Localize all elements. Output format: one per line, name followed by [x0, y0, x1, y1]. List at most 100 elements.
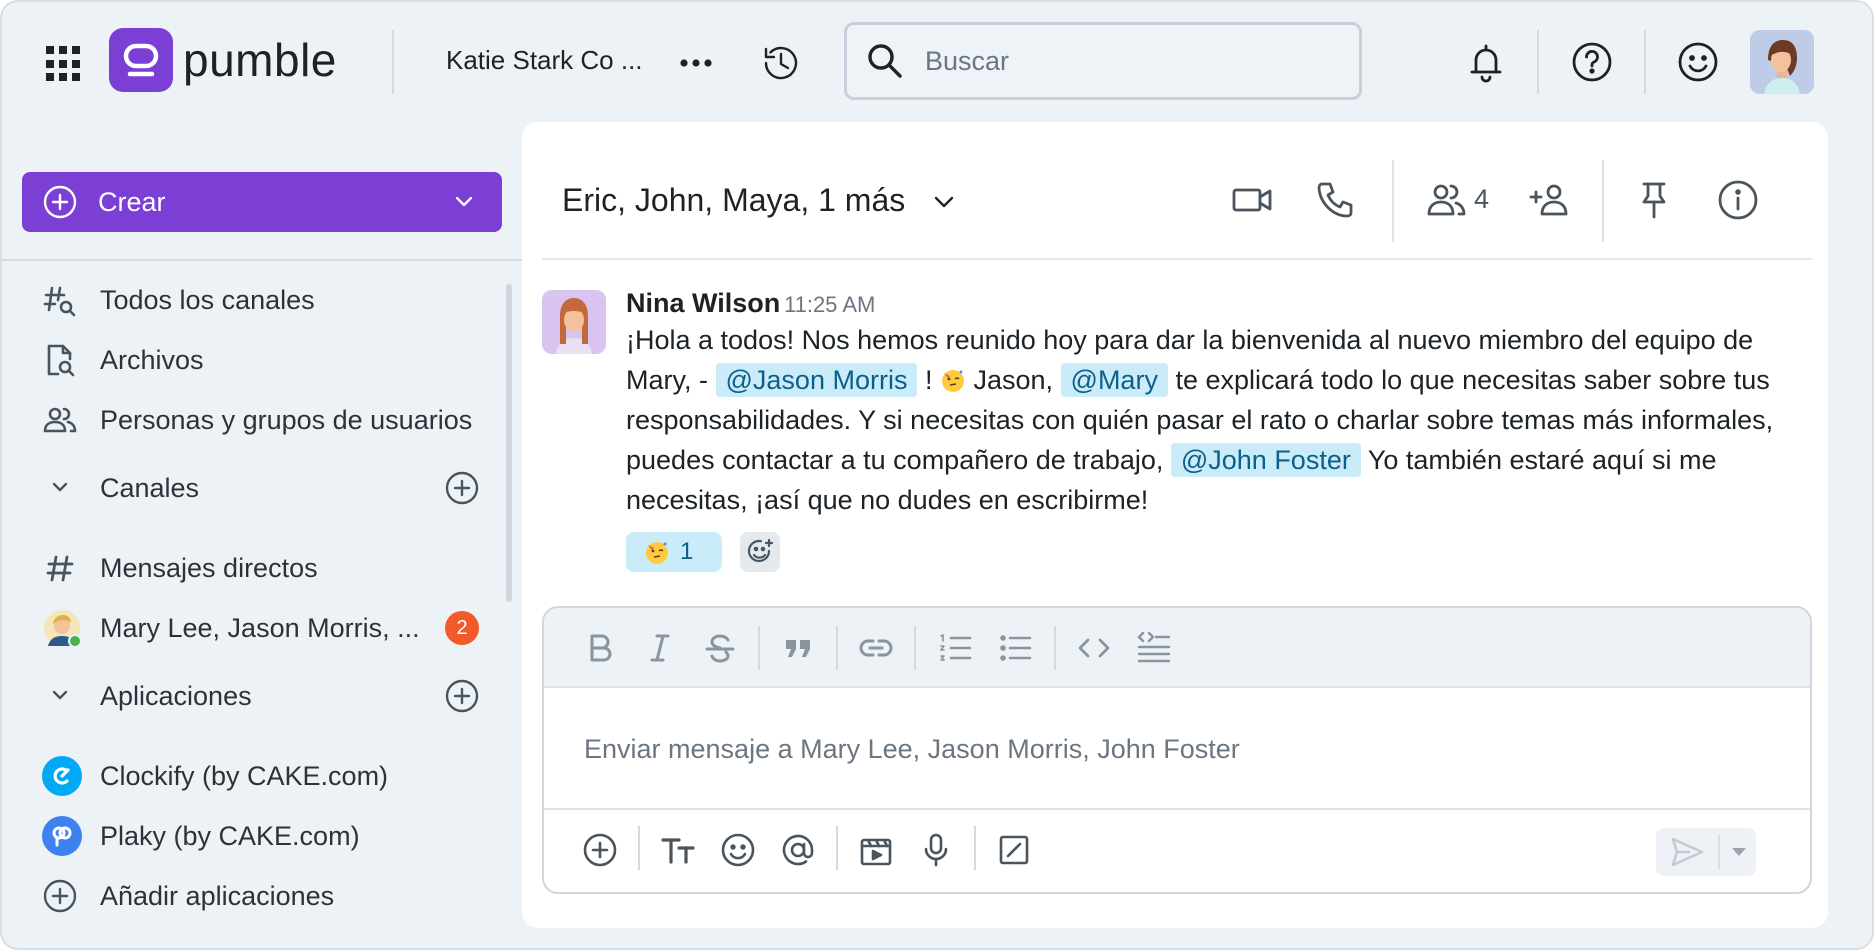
more-options-icon[interactable]	[678, 48, 714, 78]
chevron-down-icon	[52, 482, 68, 492]
party-face-emoji-icon	[644, 539, 670, 565]
create-button[interactable]: Crear	[22, 172, 502, 232]
direct-messages-label: Mensajes directos	[100, 552, 318, 583]
composer-divider	[544, 808, 1810, 810]
divider	[1644, 30, 1646, 94]
sidebar-item-dm[interactable]: Mary Lee, Jason Morris, ...	[42, 606, 420, 650]
divider	[836, 826, 838, 870]
sidebar-item-files[interactable]: Archivos	[42, 338, 204, 382]
sidebar-item-label: Personas y grupos de usuarios	[100, 404, 473, 435]
reaction-pill[interactable]: 1	[626, 532, 722, 572]
video-call-icon[interactable]	[1230, 178, 1274, 222]
bulleted-list-icon[interactable]	[996, 628, 1036, 668]
sidebar-item-people[interactable]: Personas y grupos de usuarios	[42, 398, 472, 442]
plus-circle-icon	[43, 879, 77, 913]
italic-icon[interactable]	[640, 628, 680, 668]
mention-john[interactable]: @John Foster	[1170, 443, 1361, 477]
emoji-icon[interactable]	[718, 830, 758, 870]
author-avatar[interactable]	[542, 290, 606, 354]
slash-command-icon[interactable]	[994, 830, 1034, 870]
quote-icon[interactable]	[778, 628, 818, 668]
workspace-name[interactable]: Katie Stark Co ...	[446, 45, 643, 76]
status-smiley-icon[interactable]	[1676, 40, 1720, 84]
add-channel-icon[interactable]	[444, 470, 480, 506]
search-input[interactable]	[925, 45, 1325, 77]
add-reaction-icon[interactable]	[740, 532, 780, 572]
hash-icon	[46, 555, 74, 582]
app-label: Plaky (by CAKE.com)	[100, 820, 360, 851]
send-options-icon[interactable]	[1732, 848, 1746, 856]
apps-label: Aplicaciones	[100, 680, 252, 711]
sidebar-item-plaky[interactable]: Plaky (by CAKE.com)	[42, 814, 360, 858]
header-divider	[542, 258, 1812, 260]
message-author[interactable]: Nina Wilson	[626, 288, 780, 319]
code-block-icon[interactable]	[1134, 628, 1174, 668]
add-member-icon[interactable]	[1528, 178, 1572, 222]
mention-jason[interactable]: @Jason Morris	[715, 363, 918, 397]
people-icon	[43, 407, 77, 433]
pin-icon[interactable]	[1632, 178, 1676, 222]
chat-title[interactable]: Eric, John, Maya, 1 más	[562, 182, 905, 219]
send-icon	[1671, 837, 1704, 867]
chevron-down-icon[interactable]	[928, 186, 960, 218]
clockify-icon	[42, 756, 82, 796]
add-apps-label: Añadir aplicaciones	[100, 880, 335, 911]
sidebar-item-add-apps[interactable]: Añadir aplicaciones	[42, 874, 334, 918]
search-icon	[865, 41, 905, 81]
link-icon[interactable]	[856, 628, 896, 668]
text-format-icon[interactable]	[658, 830, 698, 870]
message-input[interactable]: Enviar mensaje a Mary Lee, Jason Morris,…	[584, 734, 1240, 765]
logo-text: pumble	[183, 34, 337, 86]
phone-icon[interactable]	[1314, 178, 1358, 222]
info-icon[interactable]	[1716, 178, 1760, 222]
numbered-list-icon[interactable]	[936, 628, 976, 668]
sidebar-item-clockify[interactable]: Clockify (by CAKE.com)	[42, 754, 388, 798]
apps-section-toggle[interactable]: Aplicaciones	[42, 674, 252, 718]
sidebar-scrollbar[interactable]	[506, 284, 512, 602]
user-avatar[interactable]	[1750, 30, 1814, 94]
attach-plus-icon[interactable]	[580, 830, 620, 870]
bell-icon[interactable]	[1464, 40, 1508, 84]
code-icon[interactable]	[1074, 628, 1114, 668]
members-icon[interactable]	[1424, 178, 1468, 222]
plaky-icon	[42, 816, 82, 856]
bold-icon[interactable]	[580, 628, 620, 668]
file-search-icon	[47, 344, 75, 377]
divider	[836, 626, 838, 670]
channels-section-toggle[interactable]: Canales	[42, 466, 199, 510]
logo: pumble	[109, 28, 337, 92]
dm-avatar	[44, 610, 82, 648]
microphone-icon[interactable]	[916, 830, 956, 870]
message-text: Jason,	[965, 365, 1061, 395]
member-count[interactable]: 4	[1474, 184, 1489, 215]
divider	[974, 826, 976, 870]
mention-icon[interactable]	[778, 830, 818, 870]
search-box[interactable]	[844, 22, 1362, 100]
pumble-logo-icon	[109, 28, 173, 92]
message-body: ¡Hola a todos! Nos hemos reunido hoy par…	[626, 320, 1806, 520]
mention-mary[interactable]: @Mary	[1060, 363, 1168, 397]
hash-search-icon	[43, 286, 76, 317]
unread-badge: 2	[445, 611, 479, 645]
party-face-emoji-icon	[940, 367, 966, 393]
top-bar: pumble Katie Stark Co ...	[2, 2, 1872, 122]
app-label: Clockify (by CAKE.com)	[100, 760, 389, 791]
chevron-down-icon	[52, 690, 68, 700]
sidebar-item-direct-messages[interactable]: Mensajes directos	[42, 546, 318, 590]
message-time: 11:25 AM	[784, 292, 876, 317]
sidebar-divider	[2, 259, 522, 261]
formatting-toolbar	[544, 608, 1810, 688]
plus-circle-icon	[43, 185, 77, 219]
send-button[interactable]	[1656, 828, 1756, 876]
divider	[638, 826, 640, 870]
media-clip-icon[interactable]	[856, 830, 896, 870]
history-icon[interactable]	[758, 40, 804, 86]
message-text: !	[917, 365, 940, 395]
help-icon[interactable]	[1570, 40, 1614, 84]
apps-grid-icon[interactable]	[46, 46, 82, 82]
strikethrough-icon[interactable]	[700, 628, 740, 668]
channels-label: Canales	[100, 472, 200, 503]
add-app-icon[interactable]	[444, 678, 480, 714]
chat-panel: Eric, John, Maya, 1 más 4 Nina Wilson 11…	[522, 122, 1828, 928]
sidebar-item-all-channels[interactable]: Todos los canales	[42, 278, 315, 322]
